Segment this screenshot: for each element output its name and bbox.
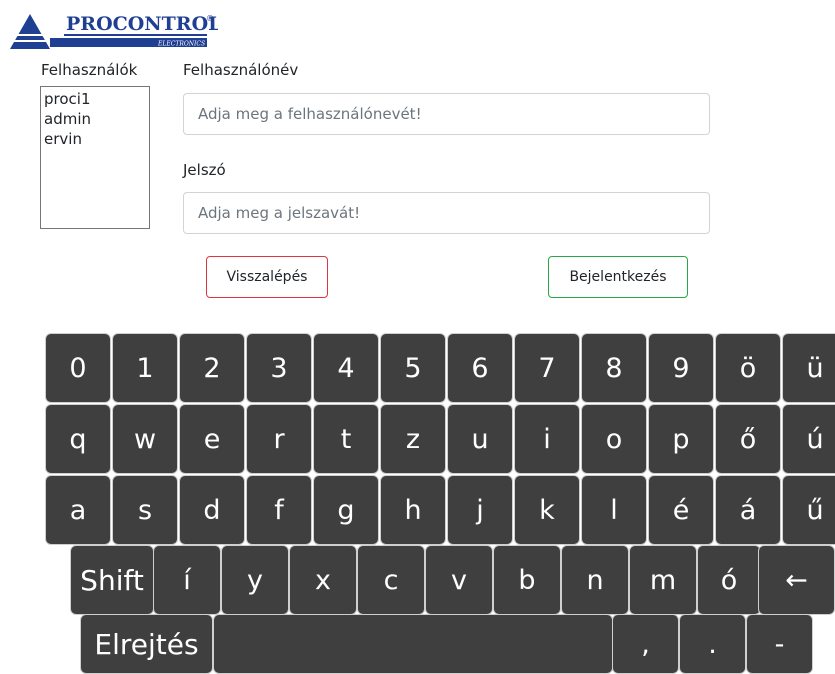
svg-text:ELECTRONICS: ELECTRONICS xyxy=(157,41,205,48)
key[interactable]: a xyxy=(45,475,111,545)
key[interactable]: r xyxy=(246,404,312,474)
key[interactable]: 3 xyxy=(246,333,312,403)
backspace-key[interactable]: ← xyxy=(758,545,835,615)
svg-text:PROCONTROL: PROCONTROL xyxy=(66,13,218,35)
key[interactable]: i xyxy=(514,404,580,474)
key[interactable]: ű xyxy=(782,475,835,545)
key[interactable]: k xyxy=(514,475,580,545)
key[interactable]: b xyxy=(493,545,561,615)
key[interactable]: d xyxy=(179,475,245,545)
key[interactable]: n xyxy=(561,545,629,615)
procontrol-logo: PROCONTROL ® ELECTRONICS xyxy=(8,8,218,52)
key[interactable]: ü xyxy=(782,333,835,403)
key[interactable]: l xyxy=(581,475,647,545)
key[interactable]: 2 xyxy=(179,333,245,403)
username-input[interactable] xyxy=(183,93,710,135)
key[interactable]: m xyxy=(629,545,697,615)
key[interactable]: p xyxy=(648,404,714,474)
key[interactable]: 5 xyxy=(380,333,446,403)
key[interactable]: 8 xyxy=(581,333,647,403)
users-listbox[interactable]: proci1 admin ervin xyxy=(40,86,150,229)
key[interactable]: ú xyxy=(782,404,835,474)
key[interactable]: v xyxy=(425,545,493,615)
hide-keyboard-key[interactable]: Elrejtés xyxy=(80,614,213,674)
password-label: Jelszó xyxy=(183,161,226,179)
login-button[interactable]: Bejelentkezés xyxy=(548,256,688,298)
user-item[interactable]: proci1 xyxy=(44,89,146,109)
shift-key[interactable]: Shift xyxy=(70,545,154,615)
user-item[interactable]: admin xyxy=(44,109,146,129)
key[interactable]: - xyxy=(746,614,813,674)
key[interactable]: j xyxy=(447,475,513,545)
username-label: Felhasználónév xyxy=(183,61,299,79)
key[interactable]: h xyxy=(380,475,446,545)
svg-text:®: ® xyxy=(206,14,214,23)
key[interactable]: x xyxy=(289,545,357,615)
key[interactable]: z xyxy=(380,404,446,474)
key[interactable]: t xyxy=(313,404,379,474)
key[interactable]: s xyxy=(112,475,178,545)
password-input[interactable] xyxy=(183,192,710,234)
key[interactable]: o xyxy=(581,404,647,474)
key[interactable]: ő xyxy=(715,404,781,474)
key[interactable]: 4 xyxy=(313,333,379,403)
key[interactable]: c xyxy=(357,545,425,615)
key[interactable]: 9 xyxy=(648,333,714,403)
users-label: Felhasználók xyxy=(41,61,138,79)
key[interactable]: , xyxy=(612,614,679,674)
key[interactable]: í xyxy=(153,545,221,615)
key[interactable]: 0 xyxy=(45,333,111,403)
key[interactable]: y xyxy=(221,545,289,615)
key[interactable]: 7 xyxy=(514,333,580,403)
key[interactable]: ó xyxy=(697,545,761,615)
key[interactable]: w xyxy=(112,404,178,474)
back-button[interactable]: Visszalépés xyxy=(206,256,328,298)
key[interactable]: á xyxy=(715,475,781,545)
key[interactable]: 6 xyxy=(447,333,513,403)
key[interactable]: ö xyxy=(715,333,781,403)
key[interactable]: q xyxy=(45,404,111,474)
key[interactable]: g xyxy=(313,475,379,545)
space-key[interactable] xyxy=(213,614,613,674)
key[interactable]: 1 xyxy=(112,333,178,403)
key[interactable]: u xyxy=(447,404,513,474)
user-item[interactable]: ervin xyxy=(44,129,146,149)
key[interactable]: e xyxy=(179,404,245,474)
key[interactable]: . xyxy=(679,614,746,674)
key[interactable]: f xyxy=(246,475,312,545)
key[interactable]: é xyxy=(648,475,714,545)
